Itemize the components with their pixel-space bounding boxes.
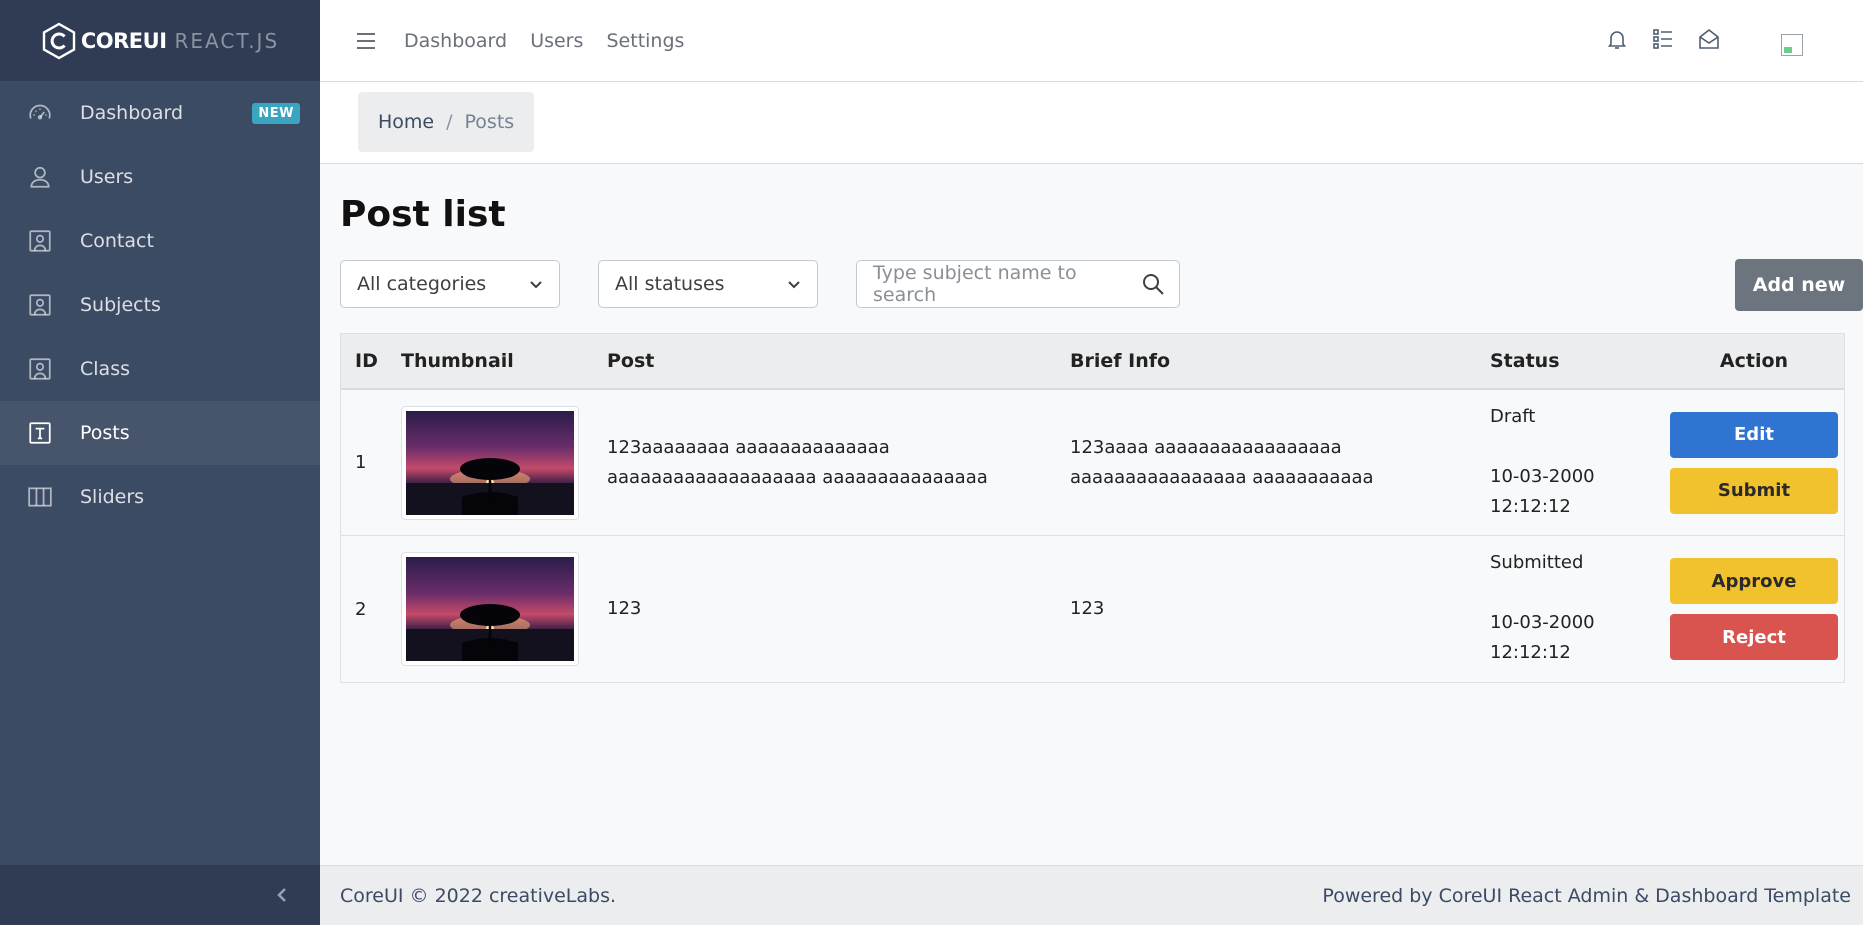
sidebar-item-label: Contact bbox=[80, 230, 154, 252]
post-thumbnail[interactable] bbox=[401, 552, 579, 666]
sidebar-toggler[interactable] bbox=[0, 865, 320, 925]
thumbnail-image bbox=[406, 410, 574, 515]
sidebar-item-label: Posts bbox=[80, 422, 130, 444]
sidebar-item-subjects[interactable]: Subjects bbox=[0, 273, 320, 337]
chevron-down-icon bbox=[530, 281, 542, 289]
category-select[interactable]: All categories bbox=[340, 260, 560, 308]
subheader: Home / Posts bbox=[320, 82, 1863, 164]
table-row: 2 123 123 Submitted 10-03-2000 12:12:12 … bbox=[341, 536, 1844, 682]
sidebar-item-dashboard[interactable]: Dashboard NEW bbox=[0, 81, 320, 145]
posts-table: ID Thumbnail Post Brief Info Status Acti… bbox=[340, 333, 1845, 683]
action-cell: Approve Reject bbox=[1664, 536, 1844, 682]
status-text: Draft bbox=[1490, 406, 1536, 427]
brief-info-text: 123aaaa aaaaaaaaaaaaaaaaa aaaaaaaaaaaaaa… bbox=[1070, 436, 1374, 488]
table-row: 1 123aaaaaaaa aaaaaaaaaaaaaa aaaaaaaaaaa… bbox=[341, 390, 1844, 536]
header-nav: Dashboard Users Settings bbox=[404, 30, 702, 52]
sidebar-item-label: Users bbox=[80, 166, 134, 188]
footer-copyright: CoreUI © 2022 creativeLabs. bbox=[340, 884, 617, 907]
footer-powered-by: Powered by CoreUI React Admin & Dashboar… bbox=[1322, 884, 1851, 907]
sidebar-item-posts[interactable]: Posts bbox=[0, 401, 320, 465]
status-time: 12:12:12 bbox=[1490, 642, 1571, 663]
header-link-settings[interactable]: Settings bbox=[607, 30, 685, 52]
breadcrumb: Home / Posts bbox=[358, 92, 535, 152]
user-icon bbox=[26, 163, 54, 191]
status-text: Submitted bbox=[1490, 552, 1584, 573]
status-select[interactable]: All statuses bbox=[598, 260, 818, 308]
contact-icon bbox=[26, 355, 54, 383]
envelope-open-icon[interactable] bbox=[1697, 27, 1721, 55]
submit-button[interactable]: Submit bbox=[1670, 467, 1838, 514]
brand-name: COREUI bbox=[80, 28, 167, 53]
sidebar-nav: Dashboard NEW Users Contact Subjects Cla… bbox=[0, 81, 320, 529]
breadcrumb-separator: / bbox=[446, 111, 453, 133]
footer: CoreUI © 2022 creativeLabs. Powered by C… bbox=[320, 865, 1863, 925]
chevron-down-icon bbox=[788, 281, 800, 289]
sidebar-item-label: Dashboard bbox=[80, 102, 184, 124]
breadcrumb-home[interactable]: Home bbox=[378, 111, 434, 133]
post-text: 123aaaaaaaa aaaaaaaaaaaaaa aaaaaaaaaaaaa… bbox=[607, 436, 988, 488]
row-id: 1 bbox=[355, 452, 367, 473]
avatar[interactable] bbox=[1781, 34, 1803, 56]
sidebar-item-label: Class bbox=[80, 358, 130, 380]
sidebar-item-users[interactable]: Users bbox=[0, 145, 320, 209]
row-id: 2 bbox=[355, 598, 367, 620]
table-header: ID Thumbnail Post Brief Info Status Acti… bbox=[341, 334, 1844, 390]
contact-icon bbox=[26, 227, 54, 255]
main-content: Post list All categories All statuses Ty… bbox=[320, 164, 1863, 866]
reject-button[interactable]: Reject bbox=[1670, 614, 1838, 660]
header-actions bbox=[1605, 0, 1803, 82]
column-header-id[interactable]: ID bbox=[341, 350, 401, 372]
chevron-left-icon bbox=[277, 888, 286, 902]
post-text: 123 bbox=[607, 598, 642, 619]
thumbnail-cell bbox=[401, 536, 607, 682]
coreui-logo: COREUI REACT.JS bbox=[41, 22, 279, 60]
post-thumbnail[interactable] bbox=[401, 405, 579, 520]
approve-button[interactable]: Approve bbox=[1670, 558, 1838, 604]
search-icon[interactable] bbox=[1141, 272, 1165, 296]
brand[interactable]: COREUI REACT.JS bbox=[0, 0, 320, 81]
brief-info-text: 123 bbox=[1070, 598, 1105, 619]
columns-icon bbox=[26, 483, 54, 511]
sidebar-item-class[interactable]: Class bbox=[0, 337, 320, 401]
contact-icon bbox=[26, 291, 54, 319]
filter-bar: All categories All statuses Type subject… bbox=[340, 259, 1863, 311]
bell-icon[interactable] bbox=[1605, 27, 1629, 55]
column-header-brief-info: Brief Info bbox=[1070, 350, 1171, 372]
column-header-thumbnail: Thumbnail bbox=[401, 350, 514, 372]
coreui-logo-icon bbox=[42, 22, 76, 59]
thumbnail-cell bbox=[401, 390, 607, 535]
sidebar-item-sliders[interactable]: Sliders bbox=[0, 465, 320, 529]
header: Dashboard Users Settings bbox=[320, 0, 1863, 82]
column-header-action: Action bbox=[1719, 350, 1789, 372]
status-select-value: All statuses bbox=[615, 273, 725, 295]
menu-toggle-icon[interactable] bbox=[356, 32, 376, 50]
status-cell: Submitted 10-03-2000 12:12:12 bbox=[1490, 536, 1664, 682]
new-badge: NEW bbox=[252, 102, 300, 124]
speedometer-icon bbox=[26, 99, 54, 127]
add-new-button[interactable]: Add new bbox=[1735, 259, 1863, 311]
status-cell: Draft 10-03-2000 12:12:12 bbox=[1490, 390, 1664, 535]
page-title: Post list bbox=[340, 194, 506, 235]
header-link-dashboard[interactable]: Dashboard bbox=[404, 30, 507, 52]
sidebar-item-contact[interactable]: Contact bbox=[0, 209, 320, 273]
breadcrumb-current: Posts bbox=[464, 111, 515, 133]
list-icon[interactable] bbox=[1651, 27, 1675, 55]
status-date: 10-03-2000 bbox=[1490, 612, 1595, 633]
thumbnail-image bbox=[406, 557, 574, 661]
sidebar-item-label: Sliders bbox=[80, 486, 145, 508]
action-cell: Edit Submit bbox=[1664, 390, 1844, 535]
sidebar-item-label: Subjects bbox=[80, 294, 161, 316]
category-select-value: All categories bbox=[357, 273, 487, 295]
search-placeholder: Type subject name to search bbox=[873, 262, 1077, 306]
status-date: 10-03-2000 bbox=[1490, 466, 1595, 487]
column-header-post[interactable]: Post bbox=[607, 346, 1070, 376]
sidebar: COREUI REACT.JS Dashboard NEW Users Cont… bbox=[0, 0, 320, 925]
search-input[interactable]: Type subject name to search bbox=[856, 260, 1180, 308]
header-link-users[interactable]: Users bbox=[530, 30, 583, 52]
column-header-status[interactable]: Status bbox=[1490, 346, 1664, 376]
brand-suffix: REACT.JS bbox=[174, 28, 280, 53]
status-time: 12:12:12 bbox=[1490, 496, 1571, 517]
text-icon bbox=[26, 419, 54, 447]
edit-button[interactable]: Edit bbox=[1670, 411, 1838, 458]
